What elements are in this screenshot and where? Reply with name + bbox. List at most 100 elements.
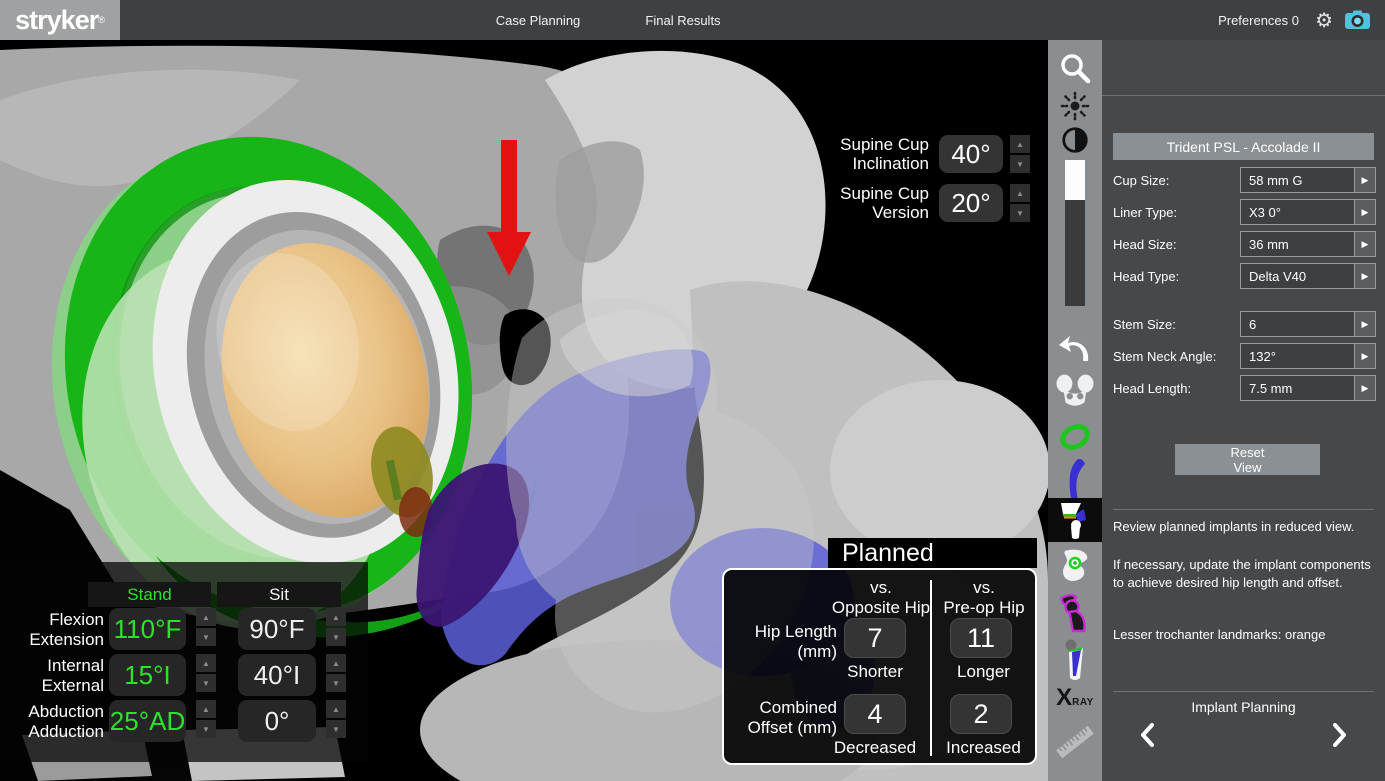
chevron-right-icon[interactable]: ▶ [1354, 264, 1375, 288]
next-step-button[interactable] [1325, 720, 1355, 750]
xray-icon[interactable]: XRAY [1048, 684, 1102, 712]
combined-offset-opposite-value: 4 [844, 694, 906, 734]
flexion-sit-value: 90°F [238, 608, 316, 650]
tab-final-results[interactable]: Final Results [612, 0, 754, 40]
abduction-sit-value: 0° [238, 700, 316, 742]
chevron-right-icon[interactable]: ▶ [1354, 232, 1375, 256]
view-toolbar: XRAY [1048, 40, 1102, 781]
abduction-stand-up-button[interactable]: ▲ [196, 700, 216, 718]
chevron-right-icon[interactable]: ▶ [1354, 344, 1375, 368]
rotation-stand-down-button[interactable]: ▼ [196, 674, 216, 692]
chevron-right-icon[interactable]: ▶ [1354, 376, 1375, 400]
abduction-sit-up-button[interactable]: ▲ [326, 700, 346, 718]
combined-offset-preop-caption: Increased [936, 738, 1031, 758]
cup-placement-icon[interactable] [1048, 546, 1102, 590]
flexion-extension-label: Flexion Extension [0, 608, 104, 650]
abduction-sit-down-button[interactable]: ▼ [326, 720, 346, 738]
search-icon[interactable] [1048, 48, 1102, 90]
abduction-stand-value: 25°AD [109, 700, 186, 742]
instruction-paragraph-3: Lesser trochanter landmarks: orange [1113, 626, 1371, 644]
app-root: stryker® Case Planning Final Results Pre… [0, 0, 1385, 781]
brightness-icon[interactable] [1048, 90, 1102, 122]
hip-length-preop-value: 11 [950, 618, 1012, 658]
hip-capsule-icon[interactable] [1048, 592, 1102, 636]
rotation-sit-up-button[interactable]: ▲ [326, 654, 346, 672]
head-type-label: Head Type: [1113, 263, 1238, 289]
ruler-icon[interactable] [1048, 714, 1102, 770]
inclination-up-button[interactable]: ▲ [1010, 135, 1030, 153]
panel-divider-bottom [1113, 691, 1374, 692]
flexion-sit-down-button[interactable]: ▼ [326, 628, 346, 646]
version-up-button[interactable]: ▲ [1010, 184, 1030, 202]
chevron-right-icon[interactable]: ▶ [1354, 168, 1375, 192]
flexion-sit-stepper: ▲ ▼ [326, 608, 346, 646]
rotation-sit-value: 40°I [238, 654, 316, 696]
implant-system-header[interactable]: Trident PSL - Accolade II [1113, 133, 1374, 160]
pelvis-icon[interactable] [1048, 370, 1102, 414]
contrast-icon[interactable] [1048, 122, 1102, 158]
rotation-stand-up-button[interactable]: ▲ [196, 654, 216, 672]
supine-inclination-label: Supine Cup Inclination [834, 135, 929, 173]
reduced-hip-icon-selected[interactable] [1048, 498, 1102, 542]
tab-case-planning[interactable]: Case Planning [462, 0, 614, 40]
3d-viewport: Supine Cup Inclination 40° ▲ ▼ Supine Cu… [0, 40, 1048, 781]
gear-icon[interactable]: ⚙ [1315, 0, 1333, 40]
stem-icon[interactable] [1048, 458, 1102, 502]
chevron-right-icon[interactable]: ▶ [1354, 312, 1375, 336]
combined-offset-label: Combined Offset (mm) [724, 698, 837, 738]
supine-cup-overlay: Supine Cup Inclination 40° ▲ ▼ Supine Cu… [834, 135, 1030, 233]
flexion-stand-up-button[interactable]: ▲ [196, 608, 216, 626]
supine-inclination-row: Supine Cup Inclination 40° ▲ ▼ [834, 135, 1030, 173]
undo-icon[interactable] [1048, 330, 1102, 368]
cup-size-dropdown[interactable]: 58 mm G ▶ [1240, 167, 1376, 193]
brand-text: stryker [15, 5, 98, 36]
camera-icon[interactable] [1344, 10, 1371, 35]
flexion-stand-stepper: ▲ ▼ [196, 608, 216, 646]
liner-type-label: Liner Type: [1113, 199, 1238, 225]
abduction-adduction-label: Abduction Adduction [0, 700, 104, 742]
supine-version-stepper: ▲ ▼ [1010, 184, 1030, 222]
rotation-sit-down-button[interactable]: ▼ [326, 674, 346, 692]
rotation-stand-value: 15°I [109, 654, 186, 696]
pose-column-stand: Stand [88, 582, 211, 607]
preferences-button[interactable]: Preferences 0 [1218, 0, 1299, 40]
stem-neck-angle-dropdown[interactable]: 132° ▶ [1240, 343, 1376, 369]
stryker-logo: stryker® [0, 0, 120, 40]
supine-inclination-value: 40° [939, 135, 1003, 173]
hip-length-preop-caption: Longer [936, 662, 1031, 682]
combined-offset-opposite-caption: Decreased [819, 738, 931, 758]
cup-size-label: Cup Size: [1113, 167, 1238, 193]
abduction-stand-down-button[interactable]: ▼ [196, 720, 216, 738]
reset-view-button[interactable]: Reset View [1175, 444, 1320, 475]
combined-offset-preop-value: 2 [950, 694, 1012, 734]
head-type-dropdown[interactable]: Delta V40 ▶ [1240, 263, 1376, 289]
brand-registered-mark: ® [98, 15, 105, 25]
vs-preop-hip-header: vs. Pre-op Hip [936, 578, 1032, 618]
abduction-stand-stepper: ▲ ▼ [196, 700, 216, 738]
flexion-stand-down-button[interactable]: ▼ [196, 628, 216, 646]
stem-size-label: Stem Size: [1113, 311, 1238, 337]
version-down-button[interactable]: ▼ [1010, 204, 1030, 222]
hip-length-opposite-caption: Shorter [819, 662, 931, 682]
head-size-dropdown[interactable]: 36 mm ▶ [1240, 231, 1376, 257]
supine-inclination-stepper: ▲ ▼ [1010, 135, 1030, 173]
stem-size-dropdown[interactable]: 6 ▶ [1240, 311, 1376, 337]
stem-femur-icon[interactable] [1048, 638, 1102, 682]
planned-panel: vs. Opposite Hip vs. Pre-op Hip Hip Leng… [722, 568, 1037, 765]
opacity-slider[interactable] [1065, 160, 1085, 306]
instruction-paragraph-2: If necessary, update the implant compone… [1113, 556, 1371, 592]
chevron-right-icon[interactable]: ▶ [1354, 200, 1375, 224]
supine-version-label: Supine Cup Version [834, 184, 929, 222]
cup-icon[interactable] [1048, 420, 1102, 454]
flexion-sit-up-button[interactable]: ▲ [326, 608, 346, 626]
previous-step-button[interactable] [1132, 720, 1162, 750]
vs-opposite-hip-header: vs. Opposite Hip [820, 578, 942, 618]
planned-panel-title: Planned [828, 538, 1037, 568]
opacity-slider-handle[interactable] [1065, 160, 1085, 200]
head-length-dropdown[interactable]: 7.5 mm ▶ [1240, 375, 1376, 401]
implant-panel: Trident PSL - Accolade II Cup Size: 58 m… [1102, 40, 1385, 781]
stem-neck-angle-label: Stem Neck Angle: [1113, 343, 1238, 369]
inclination-down-button[interactable]: ▼ [1010, 155, 1030, 173]
liner-type-dropdown[interactable]: X3 0° ▶ [1240, 199, 1376, 225]
internal-external-label: Internal External [0, 654, 104, 696]
